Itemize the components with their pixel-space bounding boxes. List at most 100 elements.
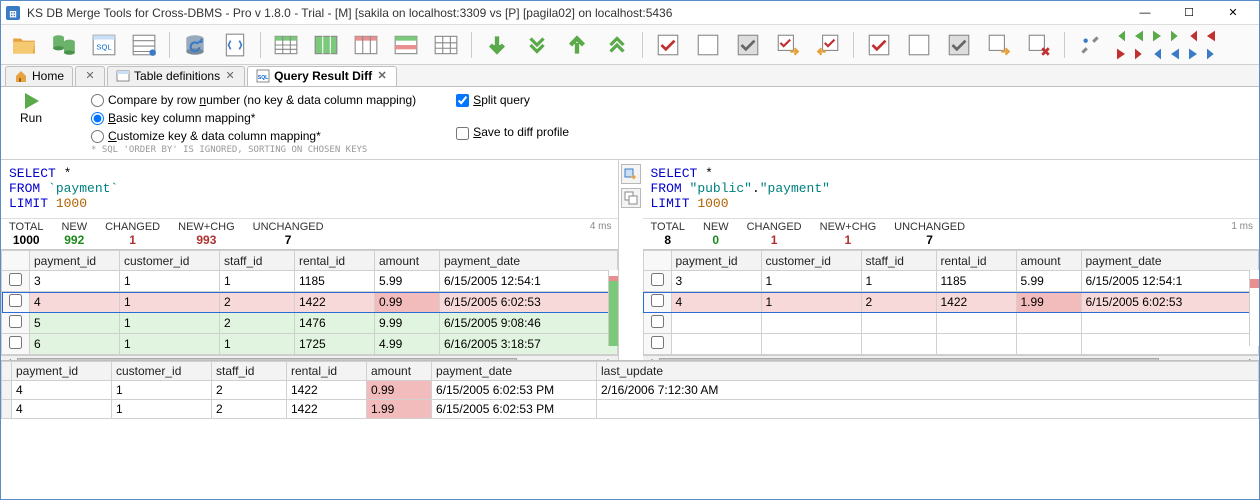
right-sql[interactable]: SELECT * FROM "public"."payment" LIMIT 1… [643, 160, 1260, 218]
options-hint: * SQL 'ORDER BY' IS IGNORED, SORTING ON … [91, 145, 416, 155]
tab-close-icon[interactable]: ✕ [376, 70, 388, 82]
radio-basic-key[interactable]: Basic key column mapping* [91, 109, 416, 127]
check-save-profile[interactable]: Save to diff profile [456, 125, 569, 139]
table-row[interactable]: 61117254.996/16/2005 3:18:57 [2, 334, 618, 355]
left-timing: 4 ms [590, 221, 612, 232]
check-x-icon[interactable] [1022, 29, 1056, 61]
left-grid[interactable]: payment_idcustomer_idstaff_idrental_idam… [1, 250, 618, 355]
check-gray2-icon[interactable] [942, 29, 976, 61]
grid-green2-icon[interactable] [309, 29, 343, 61]
minimize-button[interactable]: — [1123, 1, 1167, 25]
row-checkbox[interactable] [9, 315, 22, 328]
close-button[interactable]: ✕ [1211, 1, 1255, 25]
compare-panes: SELECT * FROM `payment` LIMIT 1000 TOTAL… [1, 160, 1259, 360]
window-title: KS DB Merge Tools for Cross-DBMS - Pro v… [27, 6, 1123, 20]
maximize-button[interactable]: ☐ [1167, 1, 1211, 25]
grid-mix-icon[interactable] [389, 29, 423, 61]
table-row[interactable] [643, 313, 1259, 334]
radio-row-number[interactable]: Compare by row number (no key & data col… [91, 91, 416, 109]
tab-qrd-label: Query Result Diff [274, 69, 372, 83]
table-row[interactable]: 31111855.996/15/2005 12:54:1 [2, 271, 618, 292]
nav-first-red-icon[interactable] [1185, 28, 1201, 44]
left-sql[interactable]: SELECT * FROM `payment` LIMIT 1000 [1, 160, 618, 218]
sync-right-button[interactable] [621, 164, 641, 184]
tab-table-definitions[interactable]: Table definitions ✕ [107, 66, 245, 86]
grid-plain-icon[interactable] [429, 29, 463, 61]
table-row[interactable] [643, 334, 1259, 355]
left-grid-header: payment_idcustomer_idstaff_idrental_idam… [2, 251, 618, 271]
nav-next-blue-icon[interactable] [1185, 46, 1201, 62]
check-split-query[interactable]: Split query [456, 93, 569, 107]
table-list-icon[interactable] [127, 29, 161, 61]
db-refresh-icon[interactable] [178, 29, 212, 61]
row-checkbox[interactable] [9, 273, 22, 286]
check-right2-icon[interactable] [982, 29, 1016, 61]
sql-icon[interactable]: SQL [87, 29, 121, 61]
nav-prev-blue-icon[interactable] [1167, 46, 1183, 62]
nav-last-green-icon[interactable] [1167, 28, 1183, 44]
titlebar: ⊞ KS DB Merge Tools for Cross-DBMS - Pro… [1, 1, 1259, 25]
row-checkbox[interactable] [651, 273, 664, 286]
row-checkbox[interactable] [9, 336, 22, 349]
run-icon[interactable] [21, 91, 41, 111]
right-diff-indicator[interactable] [1249, 270, 1259, 346]
table-row[interactable]: 41214220.996/15/2005 6:02:53 [2, 292, 618, 313]
uncheck-icon[interactable] [691, 29, 725, 61]
db-compare-icon[interactable] [47, 29, 81, 61]
row-checkbox[interactable] [9, 294, 22, 307]
nav-first-green-icon[interactable] [1113, 28, 1129, 44]
right-timing: 1 ms [1231, 221, 1253, 232]
svg-text:SQL: SQL [258, 75, 268, 81]
grid-red-icon[interactable] [349, 29, 383, 61]
left-hscroll[interactable]: ◄► [1, 355, 618, 360]
svg-text:SQL: SQL [96, 42, 111, 51]
row-checkbox[interactable] [651, 336, 664, 349]
check-icon[interactable] [651, 29, 685, 61]
table-row[interactable]: 31111855.996/15/2005 12:54:1 [643, 271, 1259, 292]
table-row[interactable]: 41214221.996/15/2005 6:02:53 [643, 292, 1259, 313]
right-grid[interactable]: payment_idcustomer_idstaff_idrental_idam… [643, 250, 1260, 355]
table-row[interactable]: 41214221.996/15/2005 6:02:53 PM [2, 400, 1259, 419]
table-row[interactable]: 41214220.996/15/2005 6:02:53 PM2/16/2006… [2, 381, 1259, 400]
nav-next-red-icon[interactable] [1113, 46, 1129, 62]
nav-prev-red-icon[interactable] [1203, 28, 1219, 44]
nav-last-red-icon[interactable] [1131, 46, 1147, 62]
table-row[interactable]: 51214769.996/15/2005 9:08:46 [2, 313, 618, 334]
detail-grid[interactable]: payment_idcustomer_idstaff_idrental_idam… [1, 361, 1259, 419]
open-folder-icon[interactable] [7, 29, 41, 61]
row-checkbox[interactable] [651, 294, 664, 307]
arrow-down2-icon[interactable] [520, 29, 554, 61]
check-gray-icon[interactable] [731, 29, 765, 61]
uncheck2-icon[interactable] [902, 29, 936, 61]
nav-last-blue-icon[interactable] [1203, 46, 1219, 62]
tab-home-label: Home [32, 69, 64, 83]
arrow-up2-icon[interactable] [600, 29, 634, 61]
check-left-icon[interactable] [811, 29, 845, 61]
arrow-down-green-icon[interactable] [480, 29, 514, 61]
right-hscroll[interactable]: ◄► [643, 355, 1260, 360]
check2-icon[interactable] [862, 29, 896, 61]
radio-customize[interactable]: Customize key & data column mapping* [91, 127, 416, 145]
left-diff-indicator[interactable] [608, 270, 618, 346]
nav-next-green-icon[interactable] [1149, 28, 1165, 44]
home-icon [14, 69, 28, 83]
app-logo-icon: ⊞ [5, 5, 21, 21]
tab-home[interactable]: Home [5, 66, 73, 86]
row-checkbox[interactable] [651, 315, 664, 328]
nav-prev-green-icon[interactable] [1131, 28, 1147, 44]
settings-icon[interactable] [1073, 29, 1107, 61]
main-toolbar: SQL [1, 25, 1259, 65]
tab-empty[interactable]: ✕ [75, 66, 105, 86]
table-icon [116, 69, 130, 83]
sync-copy-button[interactable] [621, 188, 641, 208]
tab-close-icon[interactable]: ✕ [224, 70, 236, 82]
arrow-up-green-icon[interactable] [560, 29, 594, 61]
grid-green-icon[interactable] [269, 29, 303, 61]
script-icon[interactable] [218, 29, 252, 61]
nav-first-blue-icon[interactable] [1149, 46, 1165, 62]
document-tabs: Home ✕ Table definitions ✕ SQL Query Res… [1, 65, 1259, 87]
tab-query-result-diff[interactable]: SQL Query Result Diff ✕ [247, 66, 397, 86]
check-right-icon[interactable] [771, 29, 805, 61]
left-pane: SELECT * FROM `payment` LIMIT 1000 TOTAL… [1, 160, 619, 360]
tab-close-icon[interactable]: ✕ [84, 70, 96, 82]
